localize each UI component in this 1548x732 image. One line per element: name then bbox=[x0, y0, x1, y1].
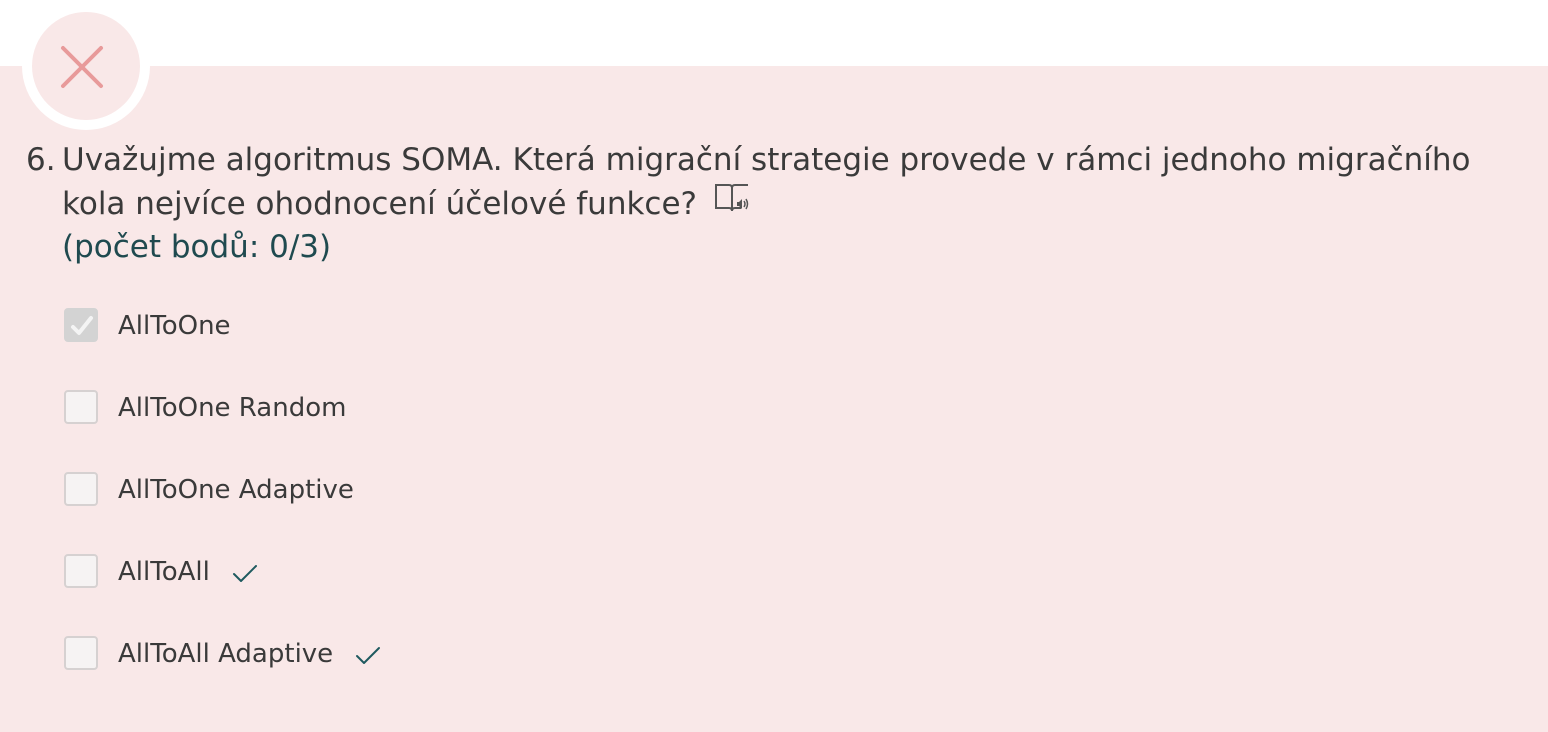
points-score: (počet bodů: 0/3) bbox=[62, 229, 332, 265]
answer-checkbox[interactable] bbox=[64, 554, 98, 588]
x-icon bbox=[61, 46, 103, 88]
question-text-content: Uvažujme algoritmus SOMA. Která migrační… bbox=[62, 142, 1471, 222]
incorrect-status-badge bbox=[22, 2, 150, 130]
answer-option: AllToOne Random bbox=[64, 390, 381, 472]
checkmark-icon bbox=[71, 316, 93, 335]
answer-label: AllToOne Adaptive bbox=[118, 475, 354, 505]
answer-options: AllToOne AllToOne Random AllToOne Adapti… bbox=[64, 308, 381, 718]
answer-label: AllToOne Random bbox=[118, 393, 347, 423]
answer-checkbox[interactable] bbox=[64, 390, 98, 424]
answer-option: AllToOne Adaptive bbox=[64, 472, 381, 554]
answer-option: AllToAll bbox=[64, 554, 381, 636]
read-aloud-icon[interactable] bbox=[713, 181, 751, 227]
correct-answer-check-icon bbox=[356, 647, 381, 664]
answer-label: AllToOne bbox=[118, 311, 231, 341]
quiz-page: 6. Uvažujme algoritmus SOMA. Která migra… bbox=[0, 0, 1548, 732]
answer-option: AllToOne bbox=[64, 308, 381, 390]
answer-checkbox-checked[interactable] bbox=[64, 308, 98, 342]
correct-answer-check-icon bbox=[232, 565, 257, 582]
answer-checkbox[interactable] bbox=[64, 472, 98, 506]
answer-option: AllToAll Adaptive bbox=[64, 636, 381, 718]
question-number: 6. bbox=[26, 142, 56, 178]
answer-label: AllToAll bbox=[118, 557, 210, 587]
question-text: Uvažujme algoritmus SOMA. Která migrační… bbox=[62, 138, 1522, 229]
answer-label: AllToAll Adaptive bbox=[118, 639, 334, 669]
answer-checkbox[interactable] bbox=[64, 636, 98, 670]
